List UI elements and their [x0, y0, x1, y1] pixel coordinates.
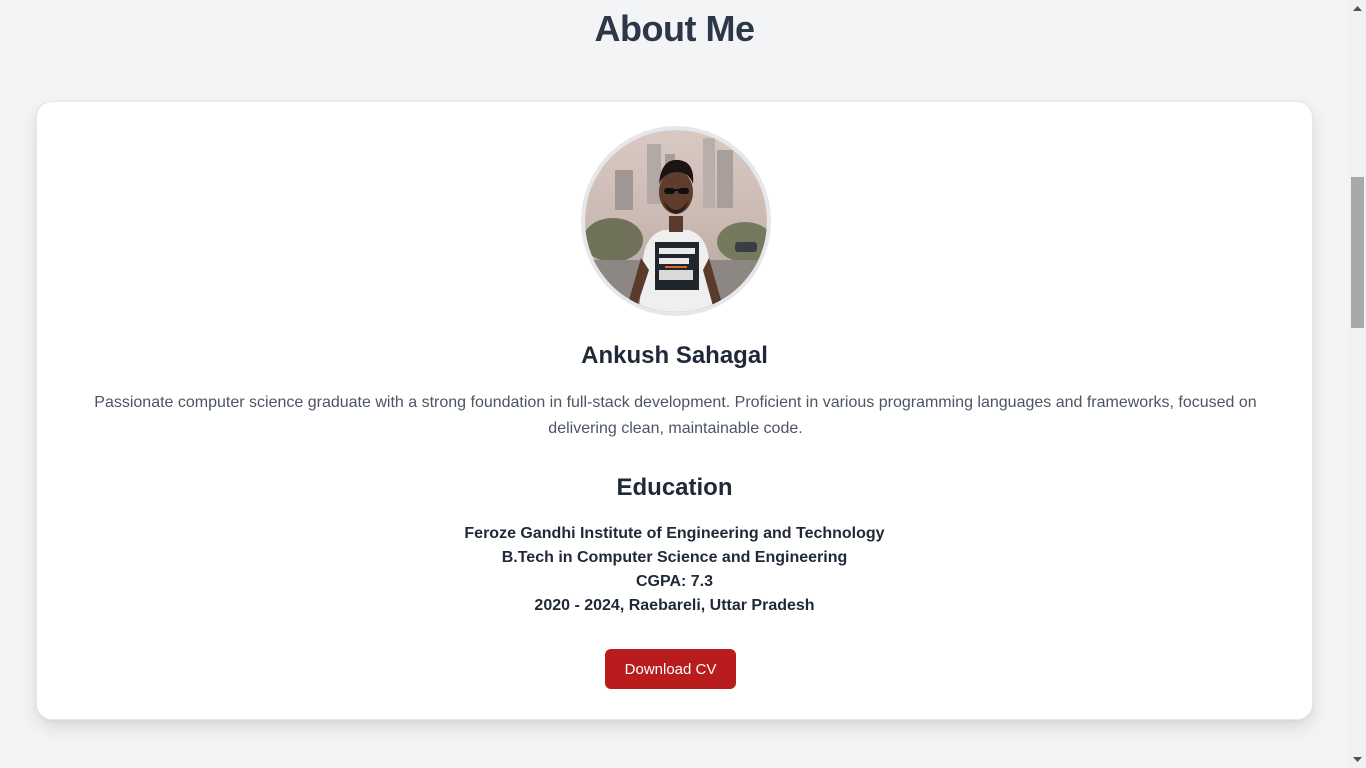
education-cgpa: CGPA: 7.3: [635, 573, 714, 590]
education-heading: Education: [616, 474, 733, 501]
download-cv-button[interactable]: Download CV: [605, 649, 736, 689]
profile-name: Ankush Sahagal: [581, 342, 768, 369]
vertical-scrollbar[interactable]: [1349, 0, 1366, 768]
section-title: About Me: [594, 8, 755, 49]
education-period: 2020 - 2024, Raebareli, Uttar Pradesh: [534, 597, 815, 614]
profile-bio: Passionate computer science graduate wit…: [94, 394, 1257, 437]
about-card: Ankush Sahagal Passionate computer scien…: [36, 101, 1313, 720]
scroll-up-arrow-icon[interactable]: [1349, 0, 1366, 17]
education-details: Feroze Gandhi Institute of Engineering a…: [37, 522, 1312, 618]
page: About Me Ankush Sahagal Passionate compu…: [0, 0, 1366, 768]
about-section: About Me Ankush Sahagal Passionate compu…: [0, 0, 1349, 768]
education-institution: Feroze Gandhi Institute of Engineering a…: [464, 525, 885, 542]
profile-photo: [581, 126, 771, 316]
profile-photo-image: [585, 130, 767, 312]
scroll-down-arrow-icon[interactable]: [1349, 751, 1366, 768]
scrollbar-thumb[interactable]: [1351, 177, 1364, 328]
education-degree: B.Tech in Computer Science and Engineeri…: [501, 549, 848, 566]
